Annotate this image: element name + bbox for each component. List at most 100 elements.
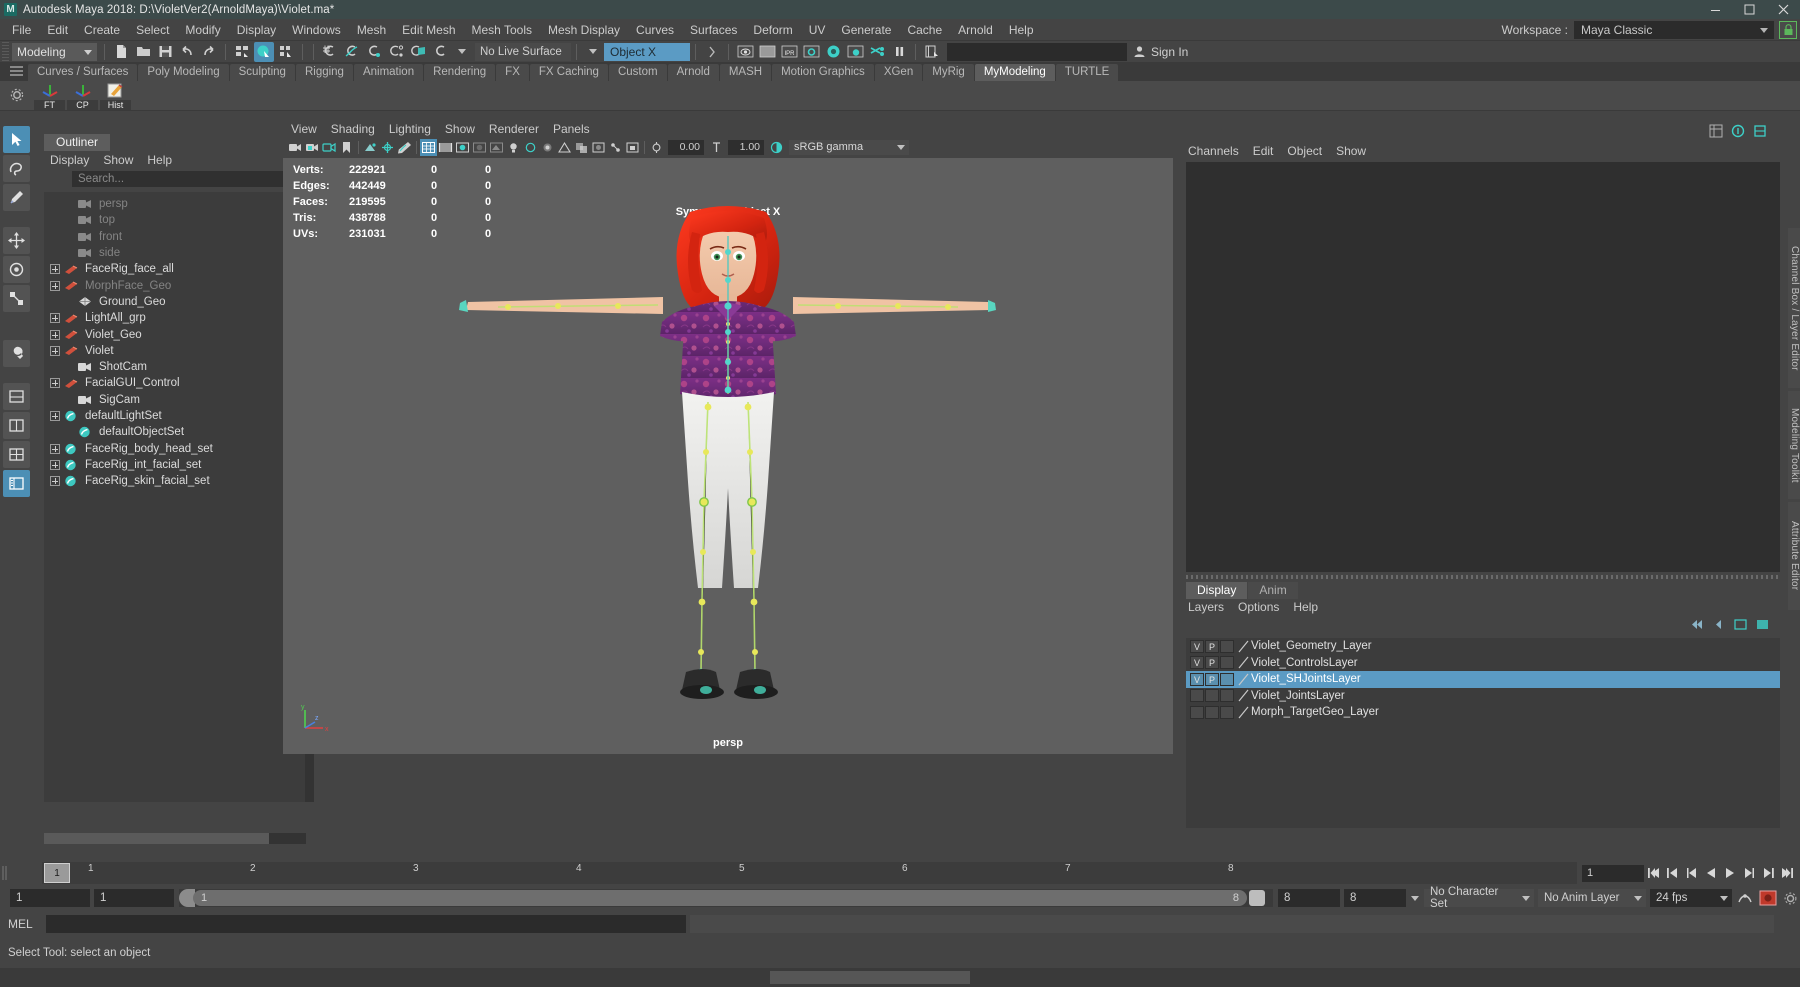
go-to-end-button[interactable] (1778, 865, 1795, 882)
viewport-depth-peel-button[interactable] (573, 139, 590, 156)
snap-grid-button[interactable] (320, 42, 340, 62)
live-surface-dropdown[interactable] (452, 42, 472, 62)
viewport-menu-renderer[interactable]: Renderer (489, 122, 539, 136)
menu-deform[interactable]: Deform (745, 19, 800, 41)
command-language-label[interactable]: MEL (8, 917, 46, 931)
layer-toggle-v[interactable]: V (1190, 672, 1204, 686)
range-slider-bar[interactable]: 1 8 (179, 889, 1273, 907)
panel-splitter[interactable] (1186, 575, 1780, 579)
modeling-toolkit-icon[interactable] (1752, 123, 1768, 139)
shelf-tab-mash[interactable]: MASH (719, 64, 772, 81)
redo-button[interactable] (199, 42, 219, 62)
viewport-shadows-button[interactable] (488, 139, 505, 156)
layer-tab-anim[interactable]: Anim (1248, 582, 1298, 599)
expander-toggle-icon[interactable] (50, 313, 60, 324)
time-slider-gripper[interactable] (0, 864, 40, 882)
rtab-modeling-toolkit[interactable]: Modeling Toolkit (1788, 391, 1800, 499)
range-slider-menu-button[interactable] (1408, 895, 1422, 901)
outliner-item-side[interactable]: side (44, 245, 306, 261)
layer-move-prev-icon[interactable] (1710, 616, 1726, 632)
viewport-xray-joints-button[interactable] (607, 139, 624, 156)
menu-edit-mesh[interactable]: Edit Mesh (394, 19, 463, 41)
layer-color-swatch[interactable] (1238, 656, 1249, 669)
shelf-button-cp[interactable]: CP (67, 82, 98, 110)
rtab-channel-box-layer-editor[interactable]: Channel Box / Layer Editor (1788, 228, 1800, 388)
scrollbar-thumb[interactable] (770, 971, 970, 984)
hypershade-button[interactable] (823, 42, 843, 62)
channel-menu-object[interactable]: Object (1287, 144, 1322, 158)
tool-last-used[interactable] (3, 340, 30, 367)
expander-toggle-icon[interactable] (50, 264, 60, 275)
viewport-menu-show[interactable]: Show (445, 122, 475, 136)
end-time-field[interactable]: 8 (1344, 889, 1406, 907)
statusline-input-field[interactable] (947, 42, 1127, 61)
layout-single-pane[interactable] (3, 383, 30, 410)
outliner-item-violet-geo[interactable]: Violet_Geo (44, 326, 306, 342)
outliner-item-facerig-skin-facial-set[interactable]: FaceRig_skin_facial_set (44, 473, 306, 489)
layer-tab-display[interactable]: Display (1186, 582, 1248, 599)
tool-select[interactable] (3, 126, 30, 153)
viewport-use-default-material-button[interactable] (471, 139, 488, 156)
menu-arnold[interactable]: Arnold (950, 19, 1001, 41)
viewport-gamma-field[interactable]: 1.00 (728, 139, 764, 155)
go-to-start-button[interactable] (1645, 865, 1662, 882)
shelf-tab-sculpting[interactable]: Sculpting (229, 64, 295, 81)
viewport-menu-shading[interactable]: Shading (331, 122, 375, 136)
channel-menu-show[interactable]: Show (1336, 144, 1366, 158)
viewport-color-management-button[interactable] (768, 139, 785, 156)
save-scene-button[interactable] (155, 42, 175, 62)
layer-toggle-p[interactable] (1205, 705, 1219, 719)
layer-row-violet-controlslayer[interactable]: V P Violet_ControlsLayer (1186, 655, 1780, 672)
menu-modify[interactable]: Modify (177, 19, 228, 41)
display-layer-list[interactable]: V P Violet_Geometry_Layer V P Violet_Controls… (1186, 638, 1780, 828)
shelf-gear-icon[interactable] (10, 88, 26, 104)
layout-outliner-persp[interactable] (3, 470, 30, 497)
maximize-button[interactable] (1732, 0, 1766, 19)
shelf-gripper[interactable] (10, 66, 23, 77)
layer-row-violet-jointslayer[interactable]: Violet_JointsLayer (1186, 688, 1780, 705)
layer-menu-help[interactable]: Help (1293, 600, 1318, 614)
viewport-xray-button[interactable] (590, 139, 607, 156)
layer-color-swatch[interactable] (1238, 640, 1249, 653)
step-forward-frame-button[interactable] (1740, 865, 1757, 882)
outliner-tab[interactable]: Outliner (44, 134, 111, 151)
symmetry-field[interactable]: Object X (604, 42, 690, 61)
viewport-xray-active-components-button[interactable] (624, 139, 641, 156)
expander-toggle-icon[interactable] (50, 329, 60, 340)
viewport-menu-lighting[interactable]: Lighting (389, 122, 431, 136)
anim-layer-dropdown[interactable]: No Anim Layer (1538, 889, 1646, 907)
snap-view-plane-button[interactable] (408, 42, 428, 62)
anim-start-time-field[interactable]: 1 (94, 889, 174, 907)
outliner-horizontal-scrollbar[interactable] (44, 833, 306, 844)
outliner-menu-display[interactable]: Display (50, 153, 89, 167)
make-live-button[interactable] (430, 42, 450, 62)
layer-toggle-p[interactable]: P (1205, 639, 1219, 653)
viewport-exposure-down-button[interactable] (648, 139, 665, 156)
character-set-dropdown[interactable]: No Character Set (1424, 886, 1534, 910)
character-model-violet[interactable] (458, 202, 998, 732)
layer-toggle-v[interactable] (1190, 689, 1204, 703)
outliner-item-sigcam[interactable]: SigCam (44, 392, 306, 408)
range-slider-fill[interactable] (193, 890, 1247, 906)
layer-move-first-icon[interactable] (1688, 616, 1704, 632)
layer-color-swatch[interactable] (1238, 673, 1249, 686)
menu-mesh-display[interactable]: Mesh Display (540, 19, 628, 41)
open-scene-button[interactable] (133, 42, 153, 62)
minimize-button[interactable] (1698, 0, 1732, 19)
shelf-tab-xgen[interactable]: XGen (874, 64, 923, 81)
shelf-tab-rendering[interactable]: Rendering (424, 64, 496, 81)
viewport-color-space-dropdown[interactable]: sRGB gamma (789, 139, 909, 155)
outliner-item-violet[interactable]: Violet (44, 343, 306, 359)
play-forwards-button[interactable] (1721, 865, 1738, 882)
select-hierarchy-button[interactable] (232, 42, 252, 62)
pause-render-button[interactable] (889, 42, 909, 62)
render-setup-button[interactable] (845, 42, 865, 62)
channel-menu-edit[interactable]: Edit (1253, 144, 1274, 158)
toggle-render-button[interactable] (867, 42, 887, 62)
menu-create[interactable]: Create (76, 19, 128, 41)
symmetry-dropdown[interactable] (583, 42, 603, 62)
viewport-grease-pencil-button[interactable] (396, 139, 413, 156)
viewport-multisample-button[interactable] (556, 139, 573, 156)
statusline-expand-button[interactable] (702, 42, 722, 62)
viewport-motion-blur-button[interactable] (539, 139, 556, 156)
